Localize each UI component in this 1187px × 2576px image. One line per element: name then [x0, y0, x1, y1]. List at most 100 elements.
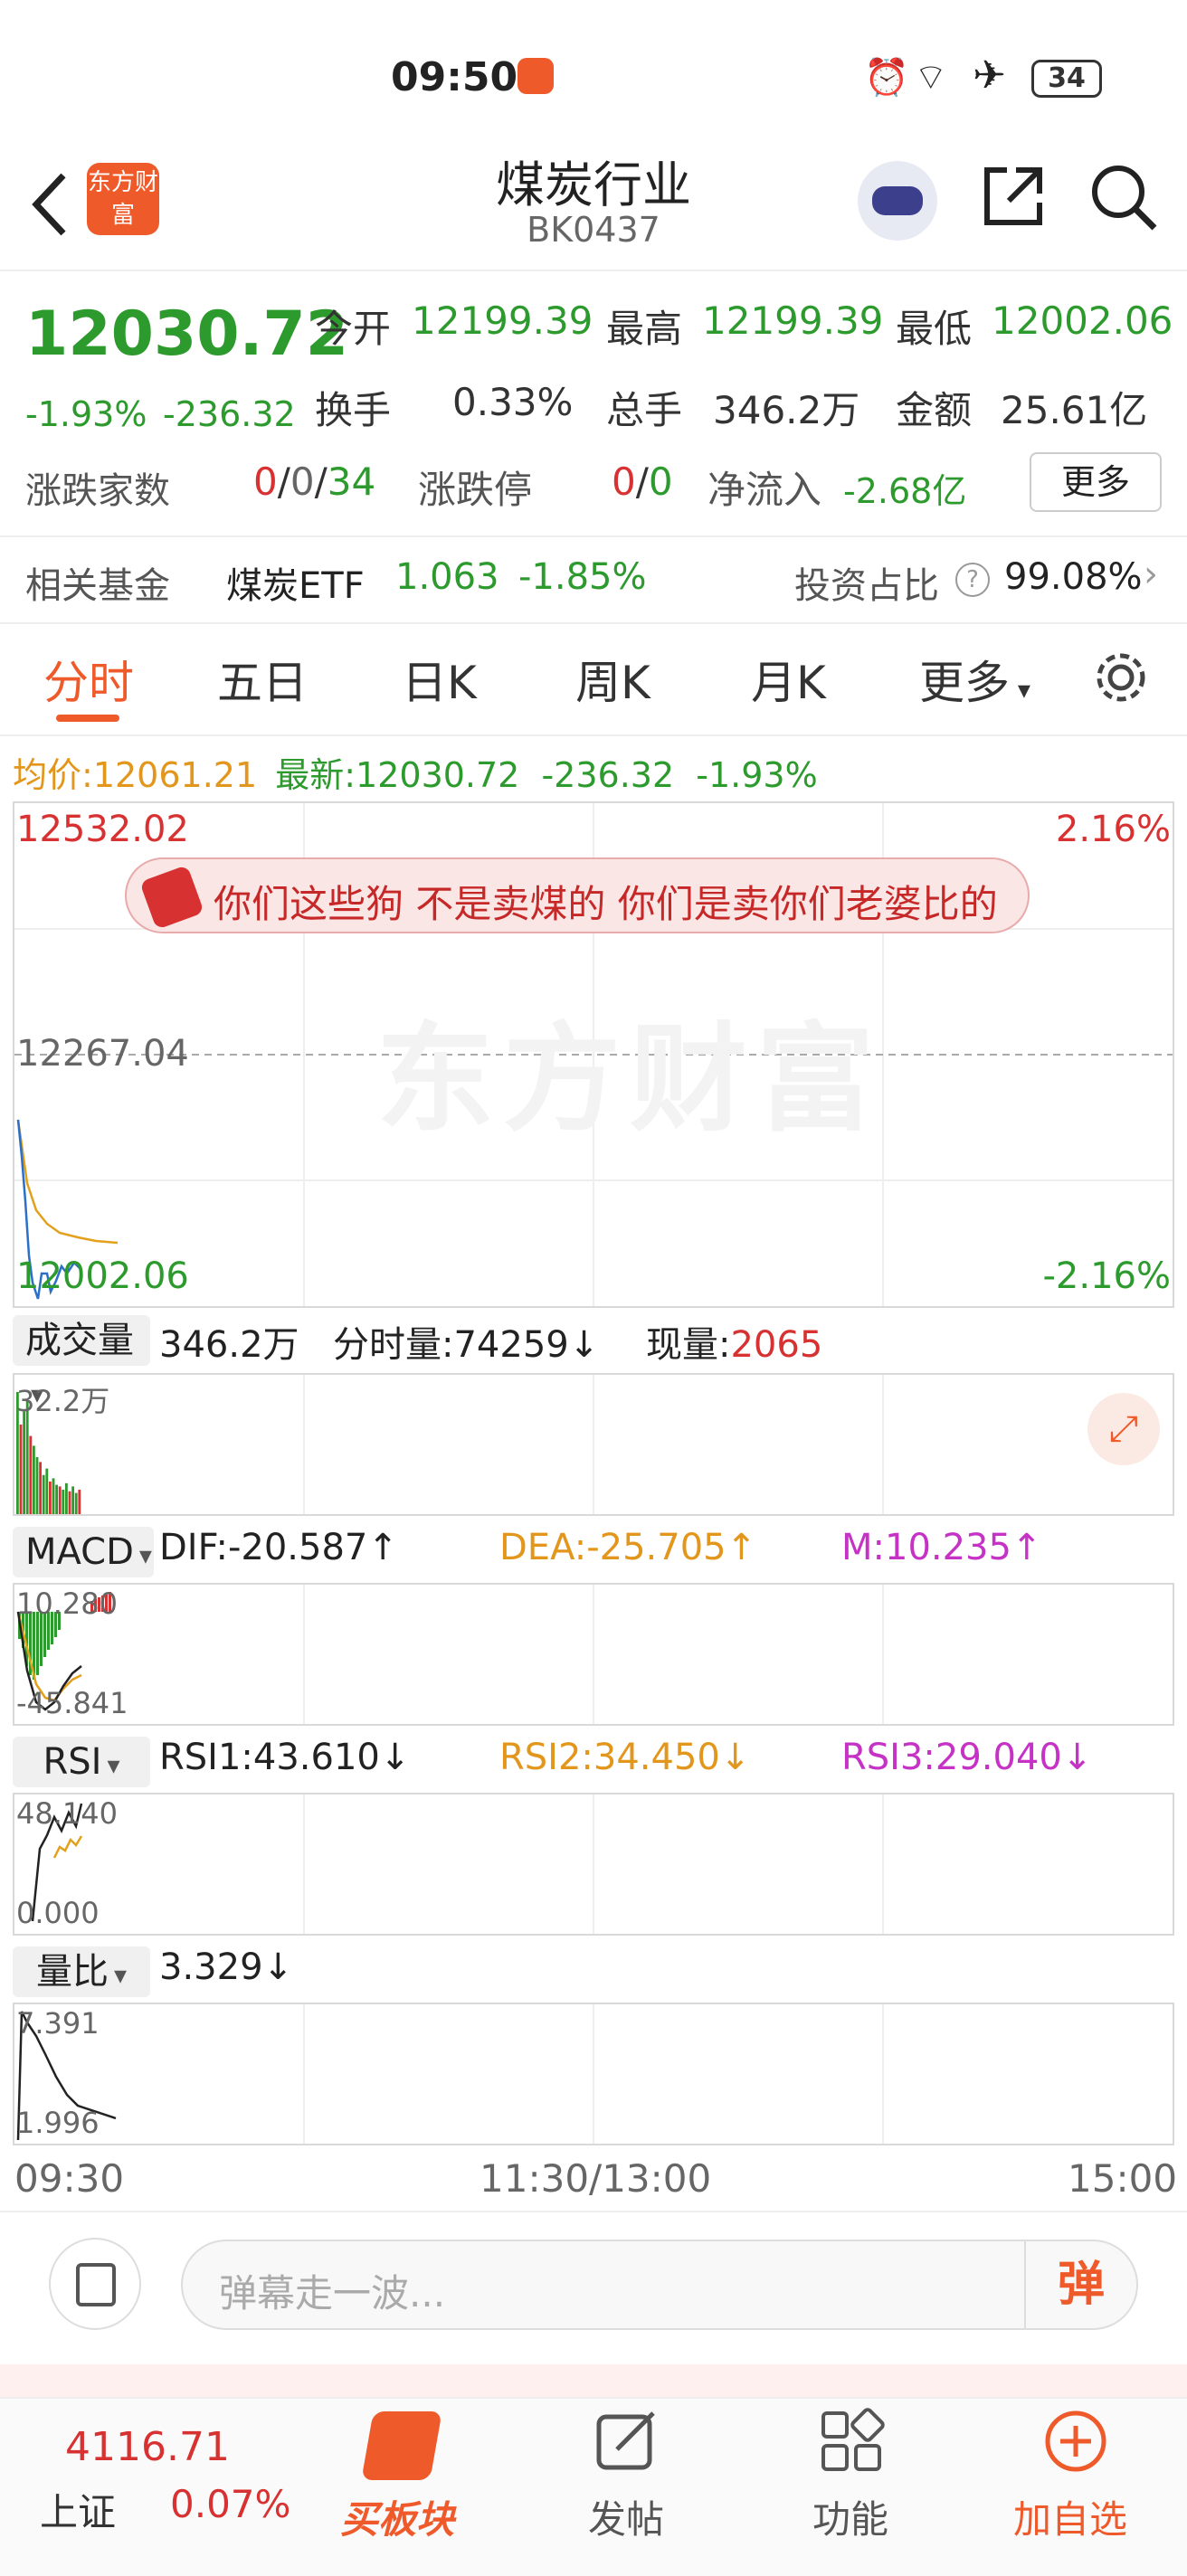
- rsi-chart[interactable]: 48.140 0.000: [13, 1793, 1174, 1936]
- price-bottom-label: 12002.06: [16, 1255, 189, 1297]
- header: 东方财富 煤炭行业 BK0437: [0, 136, 1187, 271]
- buy-board-label[interactable]: 买板块: [340, 2489, 454, 2544]
- airplane-icon: ✈: [973, 52, 1006, 99]
- updown-counts: 0/0/34: [253, 459, 376, 504]
- tab-intraday[interactable]: 分时: [43, 647, 134, 712]
- app-notification-icon: [518, 58, 554, 94]
- netflow-label: 净流入: [707, 468, 822, 512]
- volume-bar: [39, 1462, 42, 1514]
- current-price: 12030.72: [25, 298, 349, 370]
- alarm-icon: ⏰: [864, 57, 909, 99]
- volume-bars: [16, 1375, 884, 1514]
- ratio-indicator-selector[interactable]: 量比: [13, 1946, 150, 1997]
- ratio-value: 99.08%: [1004, 556, 1143, 598]
- netflow-value: -2.68亿: [843, 471, 967, 511]
- robot-assistant-icon[interactable]: [858, 161, 937, 241]
- danmaku-input[interactable]: 弹幕走一波... 弹: [181, 2240, 1138, 2330]
- intraday-summary: 均价:12061.21 最新:12030.72 -236.32 -1.93%: [13, 755, 818, 795]
- settings-gear-icon[interactable]: [1091, 648, 1151, 707]
- time-start: 09:30: [14, 2156, 125, 2201]
- volume-bar: [65, 1482, 68, 1514]
- amount-value: 25.61亿: [1001, 388, 1148, 432]
- volume-bar: [19, 1425, 23, 1514]
- danmaku-send-button[interactable]: 弹: [1024, 2241, 1136, 2328]
- rsi-indicator-selector[interactable]: RSI: [13, 1737, 150, 1787]
- macd-bar: [36, 1612, 39, 1675]
- turnover-label: 换手: [315, 388, 392, 432]
- turnover-value: 0.33%: [452, 380, 574, 424]
- volume-bar: [52, 1478, 55, 1514]
- tab-more[interactable]: 更多 ▾: [919, 647, 1030, 712]
- tab-weekly-k[interactable]: 周K: [575, 647, 650, 712]
- volume-bar: [55, 1484, 58, 1514]
- volume-bar: [78, 1490, 81, 1514]
- expand-icon[interactable]: ⤢: [1087, 1393, 1160, 1465]
- price-mid-label: 12267.04: [16, 1033, 189, 1075]
- volume-chart[interactable]: 32.2万 ⤢: [13, 1373, 1174, 1516]
- price-top-label: 12532.02: [16, 809, 189, 850]
- more-button[interactable]: 更多: [1030, 452, 1162, 512]
- macd-indicator-selector[interactable]: MACD: [13, 1527, 154, 1577]
- share-icon[interactable]: [980, 163, 1047, 230]
- open-label: 今开: [315, 307, 392, 351]
- time-mid: 11:30/13:00: [480, 2156, 712, 2201]
- updown-label: 涨跌家数: [25, 470, 170, 512]
- volume-ratio-value: 3.329↓: [159, 1946, 294, 1988]
- post-icon[interactable]: [594, 2408, 660, 2475]
- macd-bottom-label: -45.841: [16, 1686, 128, 1720]
- active-tab-indicator: [56, 715, 119, 722]
- danmaku-placeholder: 弹幕走一波...: [219, 2271, 446, 2316]
- buy-board-icon[interactable]: [361, 2411, 442, 2480]
- add-watchlist-label[interactable]: 加自选: [1013, 2489, 1127, 2544]
- tab-monthly-k[interactable]: 月K: [751, 647, 826, 712]
- tab-five-day[interactable]: 五日: [217, 647, 308, 712]
- divider: [0, 622, 1187, 624]
- macd-chart[interactable]: 10.280 -45.841: [13, 1583, 1174, 1726]
- barrage-text: 你们这些狗 不是卖煤的 你们是卖你们老婆比的: [214, 882, 998, 926]
- clock: 09:50: [391, 54, 518, 100]
- volume-indicator-selector[interactable]: 成交量: [13, 1315, 150, 1366]
- volume-period: 分时量:74259↓: [333, 1324, 600, 1366]
- barrage-bubble[interactable]: 你们这些狗 不是卖煤的 你们是卖你们老婆比的: [125, 857, 1030, 933]
- macd-lines: [16, 1585, 884, 1724]
- volume-label: 总手: [606, 388, 683, 432]
- functions-label[interactable]: 功能: [812, 2489, 888, 2544]
- volume-bar: [45, 1468, 49, 1514]
- rsi3-value: RSI3:29.040↓: [841, 1737, 1093, 1778]
- fund-percent: -1.85%: [518, 556, 647, 598]
- rsi-top-label: 48.140: [16, 1796, 118, 1831]
- add-watchlist-icon[interactable]: [1042, 2408, 1109, 2475]
- volume-bar: [74, 1492, 78, 1514]
- danmaku-settings-icon[interactable]: [49, 2238, 141, 2330]
- macd-top-label: 10.280: [16, 1586, 118, 1621]
- volume-scale-label: 32.2万: [16, 1384, 110, 1418]
- functions-grid-icon[interactable]: [818, 2408, 885, 2475]
- strip: [0, 2364, 1187, 2397]
- index-value[interactable]: 4116.71: [65, 2424, 230, 2470]
- status-bar: 09:50 ⏰ ⌔ ✈ 34: [0, 0, 1187, 136]
- time-end: 15:00: [1068, 2156, 1178, 2201]
- macd-dea: DEA:-25.705↑: [499, 1527, 757, 1568]
- limit-counts: 0/0: [612, 459, 673, 504]
- volume-bar: [35, 1457, 39, 1514]
- volume-ratio-chart[interactable]: 7.391 1.996: [13, 2003, 1174, 2145]
- macd-dif: DIF:-20.587↑: [159, 1527, 398, 1568]
- volume-bar: [71, 1486, 74, 1514]
- volume-bar: [49, 1482, 52, 1514]
- search-icon[interactable]: [1089, 163, 1158, 232]
- index-name[interactable]: 上证: [40, 2482, 116, 2537]
- post-label[interactable]: 发帖: [588, 2489, 664, 2544]
- watermark: 东方财富: [376, 1010, 884, 1148]
- pct-bottom-label: -2.16%: [1042, 1255, 1171, 1297]
- battery-icon: 34: [1031, 60, 1102, 98]
- change-amount: -236.32: [163, 394, 296, 434]
- chevron-right-icon[interactable]: ›: [1144, 554, 1158, 595]
- help-icon[interactable]: ?: [955, 563, 990, 597]
- index-percent[interactable]: 0.07%: [170, 2482, 290, 2526]
- fund-label: 相关基金: [25, 565, 170, 607]
- fund-name[interactable]: 煤炭ETF: [226, 556, 365, 609]
- volume-bar: [68, 1491, 71, 1514]
- volume-bar: [58, 1486, 62, 1514]
- price-chart[interactable]: 东方财富 12532.02 12267.04 12002.06 2.16% -2…: [13, 801, 1174, 1308]
- tab-daily-k[interactable]: 日K: [402, 647, 477, 712]
